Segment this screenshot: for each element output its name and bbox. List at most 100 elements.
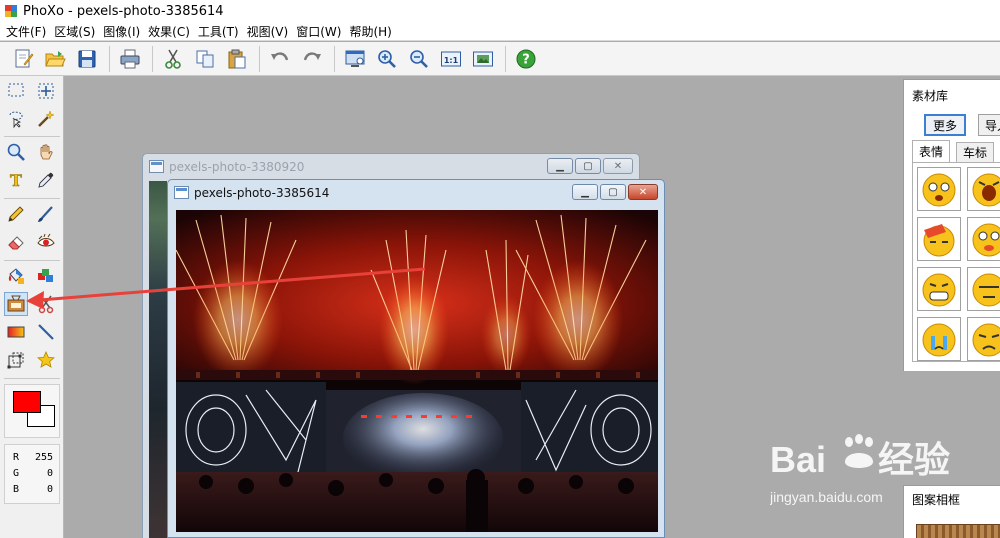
- emoji-item[interactable]: [917, 317, 961, 361]
- menu-file[interactable]: 文件(F): [4, 23, 52, 40]
- tab-expressions[interactable]: 表情: [912, 140, 951, 162]
- frame-tool[interactable]: [4, 292, 28, 316]
- lasso-tool[interactable]: [4, 107, 28, 131]
- foreground-color-swatch[interactable]: [13, 391, 41, 413]
- maximize-icon: ▢: [608, 186, 618, 198]
- image-canvas[interactable]: [176, 210, 658, 532]
- emoji-item[interactable]: [917, 217, 961, 261]
- pencil-tool[interactable]: [4, 202, 28, 226]
- material-library-panel: 素材库 更多 导入 表情 车标: [903, 79, 1000, 371]
- menu-window[interactable]: 窗口(W): [294, 23, 347, 40]
- minimize-button[interactable]: ▁: [547, 158, 573, 174]
- tab-car-logos[interactable]: 车标: [956, 142, 995, 162]
- tool-separator: [4, 198, 60, 199]
- redo-icon: [303, 51, 321, 60]
- open-icon: [45, 50, 66, 66]
- minimize-icon: ▁: [581, 186, 589, 198]
- menu-view[interactable]: 视图(V): [245, 23, 295, 40]
- eyedropper-tool[interactable]: [34, 168, 58, 192]
- close-button[interactable]: ✕: [628, 184, 658, 200]
- paste-button[interactable]: [222, 44, 252, 74]
- undo-button[interactable]: [265, 44, 295, 74]
- close-button[interactable]: ✕: [603, 158, 633, 174]
- new-button[interactable]: [8, 44, 38, 74]
- hand-icon: [40, 144, 53, 160]
- emoji-grid: [912, 162, 1000, 362]
- open-button[interactable]: [40, 44, 70, 74]
- menu-region[interactable]: 区域(S): [52, 23, 101, 40]
- menu-image[interactable]: 图像(I): [101, 23, 146, 40]
- zoom-out-icon: [410, 49, 428, 68]
- eraser-tool[interactable]: [4, 230, 28, 254]
- red-eye-tool[interactable]: [34, 230, 58, 254]
- g-value: 0: [46, 468, 53, 479]
- frame-thumbnail[interactable]: [916, 524, 1000, 538]
- menu-effects[interactable]: 效果(C): [146, 23, 196, 40]
- help-button[interactable]: ?: [511, 44, 541, 74]
- fit-window-button[interactable]: [468, 44, 498, 74]
- emoji-sleep-icon: [923, 224, 955, 257]
- screen-capture-button[interactable]: [340, 44, 370, 74]
- emoji-item[interactable]: [967, 267, 1000, 311]
- fill-tool[interactable]: [4, 264, 28, 288]
- rect-select-tool[interactable]: [4, 79, 28, 103]
- back-window-title: pexels-photo-3380920: [169, 160, 305, 174]
- zoom-tool[interactable]: [4, 140, 28, 164]
- emoji-item[interactable]: [917, 167, 961, 211]
- actual-size-icon: 1:1: [441, 51, 461, 66]
- save-icon: [78, 50, 96, 67]
- menu-tools[interactable]: 工具(T): [196, 23, 245, 40]
- brush-tool[interactable]: [34, 202, 58, 226]
- fill-icon: [8, 268, 24, 284]
- r-value: 255: [34, 452, 53, 463]
- document-window-front[interactable]: pexels-photo-3385614 ▁ ▢ ✕: [167, 179, 665, 538]
- gradient-icon: [7, 326, 25, 338]
- line-tool[interactable]: [34, 320, 58, 344]
- emoji-item[interactable]: [967, 317, 1000, 361]
- emoji-sad-icon: [972, 323, 1000, 357]
- copy-button[interactable]: [190, 44, 220, 74]
- zoom-out-button[interactable]: [404, 44, 434, 74]
- zoom-in-button[interactable]: [372, 44, 402, 74]
- text-tool[interactable]: T: [4, 168, 28, 192]
- svg-text:?: ?: [522, 52, 530, 67]
- maximize-button[interactable]: ▢: [575, 158, 601, 174]
- pencil-icon: [8, 206, 24, 222]
- brush-icon: [38, 206, 53, 222]
- text-icon: T: [10, 171, 23, 190]
- front-window-title: pexels-photo-3385614: [194, 186, 330, 200]
- color-selector: [4, 384, 60, 438]
- magic-wand-tool[interactable]: [34, 107, 58, 131]
- clone-tool[interactable]: [34, 292, 58, 316]
- import-button[interactable]: 导入: [978, 114, 1000, 136]
- screen-capture-icon: [345, 50, 365, 67]
- save-button[interactable]: [72, 44, 102, 74]
- lasso-icon: [9, 111, 23, 129]
- front-window-controls: ▁ ▢ ✕: [572, 184, 658, 200]
- toolbar-separator: [152, 45, 153, 72]
- menu-help[interactable]: 帮助(H): [347, 23, 397, 40]
- zoom-in-icon: [378, 49, 396, 68]
- emoji-item[interactable]: [967, 167, 1000, 211]
- cut-button[interactable]: [158, 44, 188, 74]
- title-bar: PhoXo - pexels-photo-3385614: [0, 0, 1000, 22]
- minimize-button[interactable]: ▁: [572, 184, 598, 200]
- b-value: 0: [46, 484, 53, 495]
- color-replace-tool[interactable]: [34, 264, 58, 288]
- move-tool[interactable]: [34, 79, 58, 103]
- transform-tool[interactable]: [4, 348, 28, 372]
- emoji-item[interactable]: [917, 267, 961, 311]
- emoji-item[interactable]: [967, 217, 1000, 261]
- actual-size-button[interactable]: 1:1: [436, 44, 466, 74]
- maximize-button[interactable]: ▢: [600, 184, 626, 200]
- toolbar-separator: [109, 45, 110, 72]
- tool-separator: [4, 260, 60, 261]
- gradient-tool[interactable]: [4, 320, 28, 344]
- more-button[interactable]: 更多: [924, 114, 966, 136]
- emoji-grin-icon: [922, 273, 956, 307]
- shape-tool[interactable]: [34, 348, 58, 372]
- hand-tool[interactable]: [34, 140, 58, 164]
- redo-button[interactable]: [297, 44, 327, 74]
- material-panel-title: 素材库: [912, 89, 949, 103]
- print-button[interactable]: [115, 44, 145, 74]
